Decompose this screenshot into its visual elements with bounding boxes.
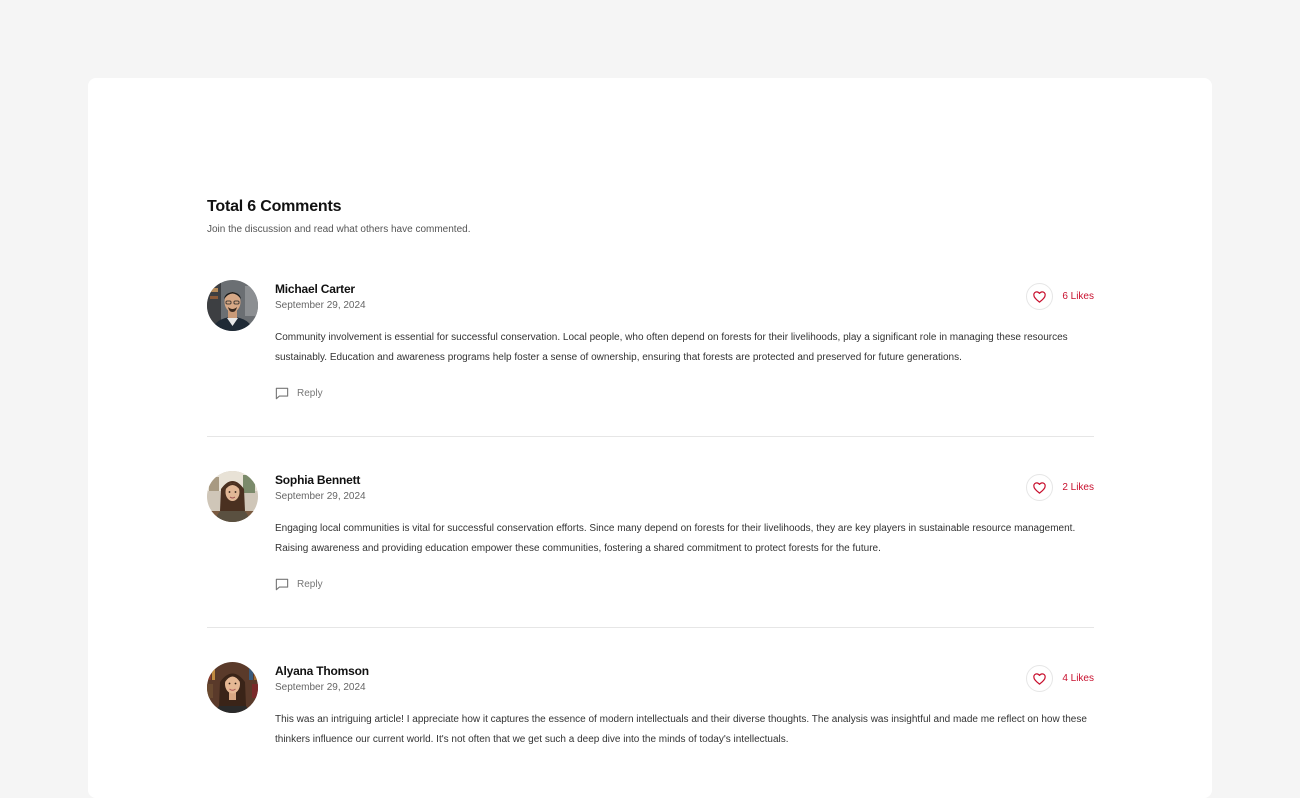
comment-text: This was an intriguing article! I apprec…	[275, 714, 1087, 745]
comment-author[interactable]: Alyana Thomson	[275, 662, 1094, 678]
like-control[interactable]: 6 Likes	[1026, 283, 1094, 310]
comments-subtitle: Join the discussion and read what others…	[207, 224, 471, 235]
speech-bubble-icon	[275, 387, 289, 400]
comment-list: Michael Carter September 29, 2024 6 Like…	[207, 280, 1094, 772]
comment-text: Community involvement is essential for s…	[275, 332, 1068, 363]
comment-author[interactable]: Michael Carter	[275, 280, 1094, 296]
like-count: 6 Likes	[1062, 291, 1094, 302]
comment-divider	[207, 627, 1094, 628]
avatar-woman-desk-icon	[207, 471, 258, 522]
avatar[interactable]	[207, 280, 258, 331]
comment-date: September 29, 2024	[275, 300, 366, 311]
avatar[interactable]	[207, 662, 258, 713]
comment-item: Alyana Thomson September 29, 2024 4 Like…	[207, 662, 1094, 772]
heart-icon	[1033, 481, 1047, 494]
avatar[interactable]	[207, 471, 258, 522]
comment-item: Michael Carter September 29, 2024 6 Like…	[207, 280, 1094, 400]
comment-text: Engaging local communities is vital for …	[275, 523, 1076, 554]
like-button[interactable]	[1026, 474, 1054, 501]
reply-label: Reply	[297, 388, 323, 399]
avatar-woman-library-icon	[207, 662, 258, 713]
like-control[interactable]: 2 Likes	[1026, 474, 1094, 501]
like-count: 4 Likes	[1062, 673, 1094, 684]
like-button[interactable]	[1026, 283, 1054, 310]
comment-author[interactable]: Sophia Bennett	[275, 471, 1094, 487]
avatar-man-glasses-icon	[207, 280, 258, 331]
comments-card: Total 6 Comments Join the discussion and…	[88, 78, 1212, 798]
comments-title: Total 6 Comments	[207, 198, 342, 215]
comment-date: September 29, 2024	[275, 491, 366, 502]
like-control[interactable]: 4 Likes	[1026, 665, 1094, 692]
comment-divider	[207, 436, 1094, 437]
heart-icon	[1033, 672, 1047, 685]
speech-bubble-icon	[275, 578, 289, 591]
reply-button[interactable]: Reply	[275, 578, 335, 591]
reply-label: Reply	[297, 579, 323, 590]
comments-section: Total 6 Comments Join the discussion and…	[207, 198, 1094, 772]
heart-icon	[1033, 290, 1047, 303]
reply-button[interactable]: Reply	[275, 387, 335, 400]
comment-item: Sophia Bennett September 29, 2024 2 Like…	[207, 471, 1094, 591]
like-count: 2 Likes	[1062, 482, 1094, 493]
comment-date: September 29, 2024	[275, 682, 366, 693]
like-button[interactable]	[1026, 665, 1054, 692]
